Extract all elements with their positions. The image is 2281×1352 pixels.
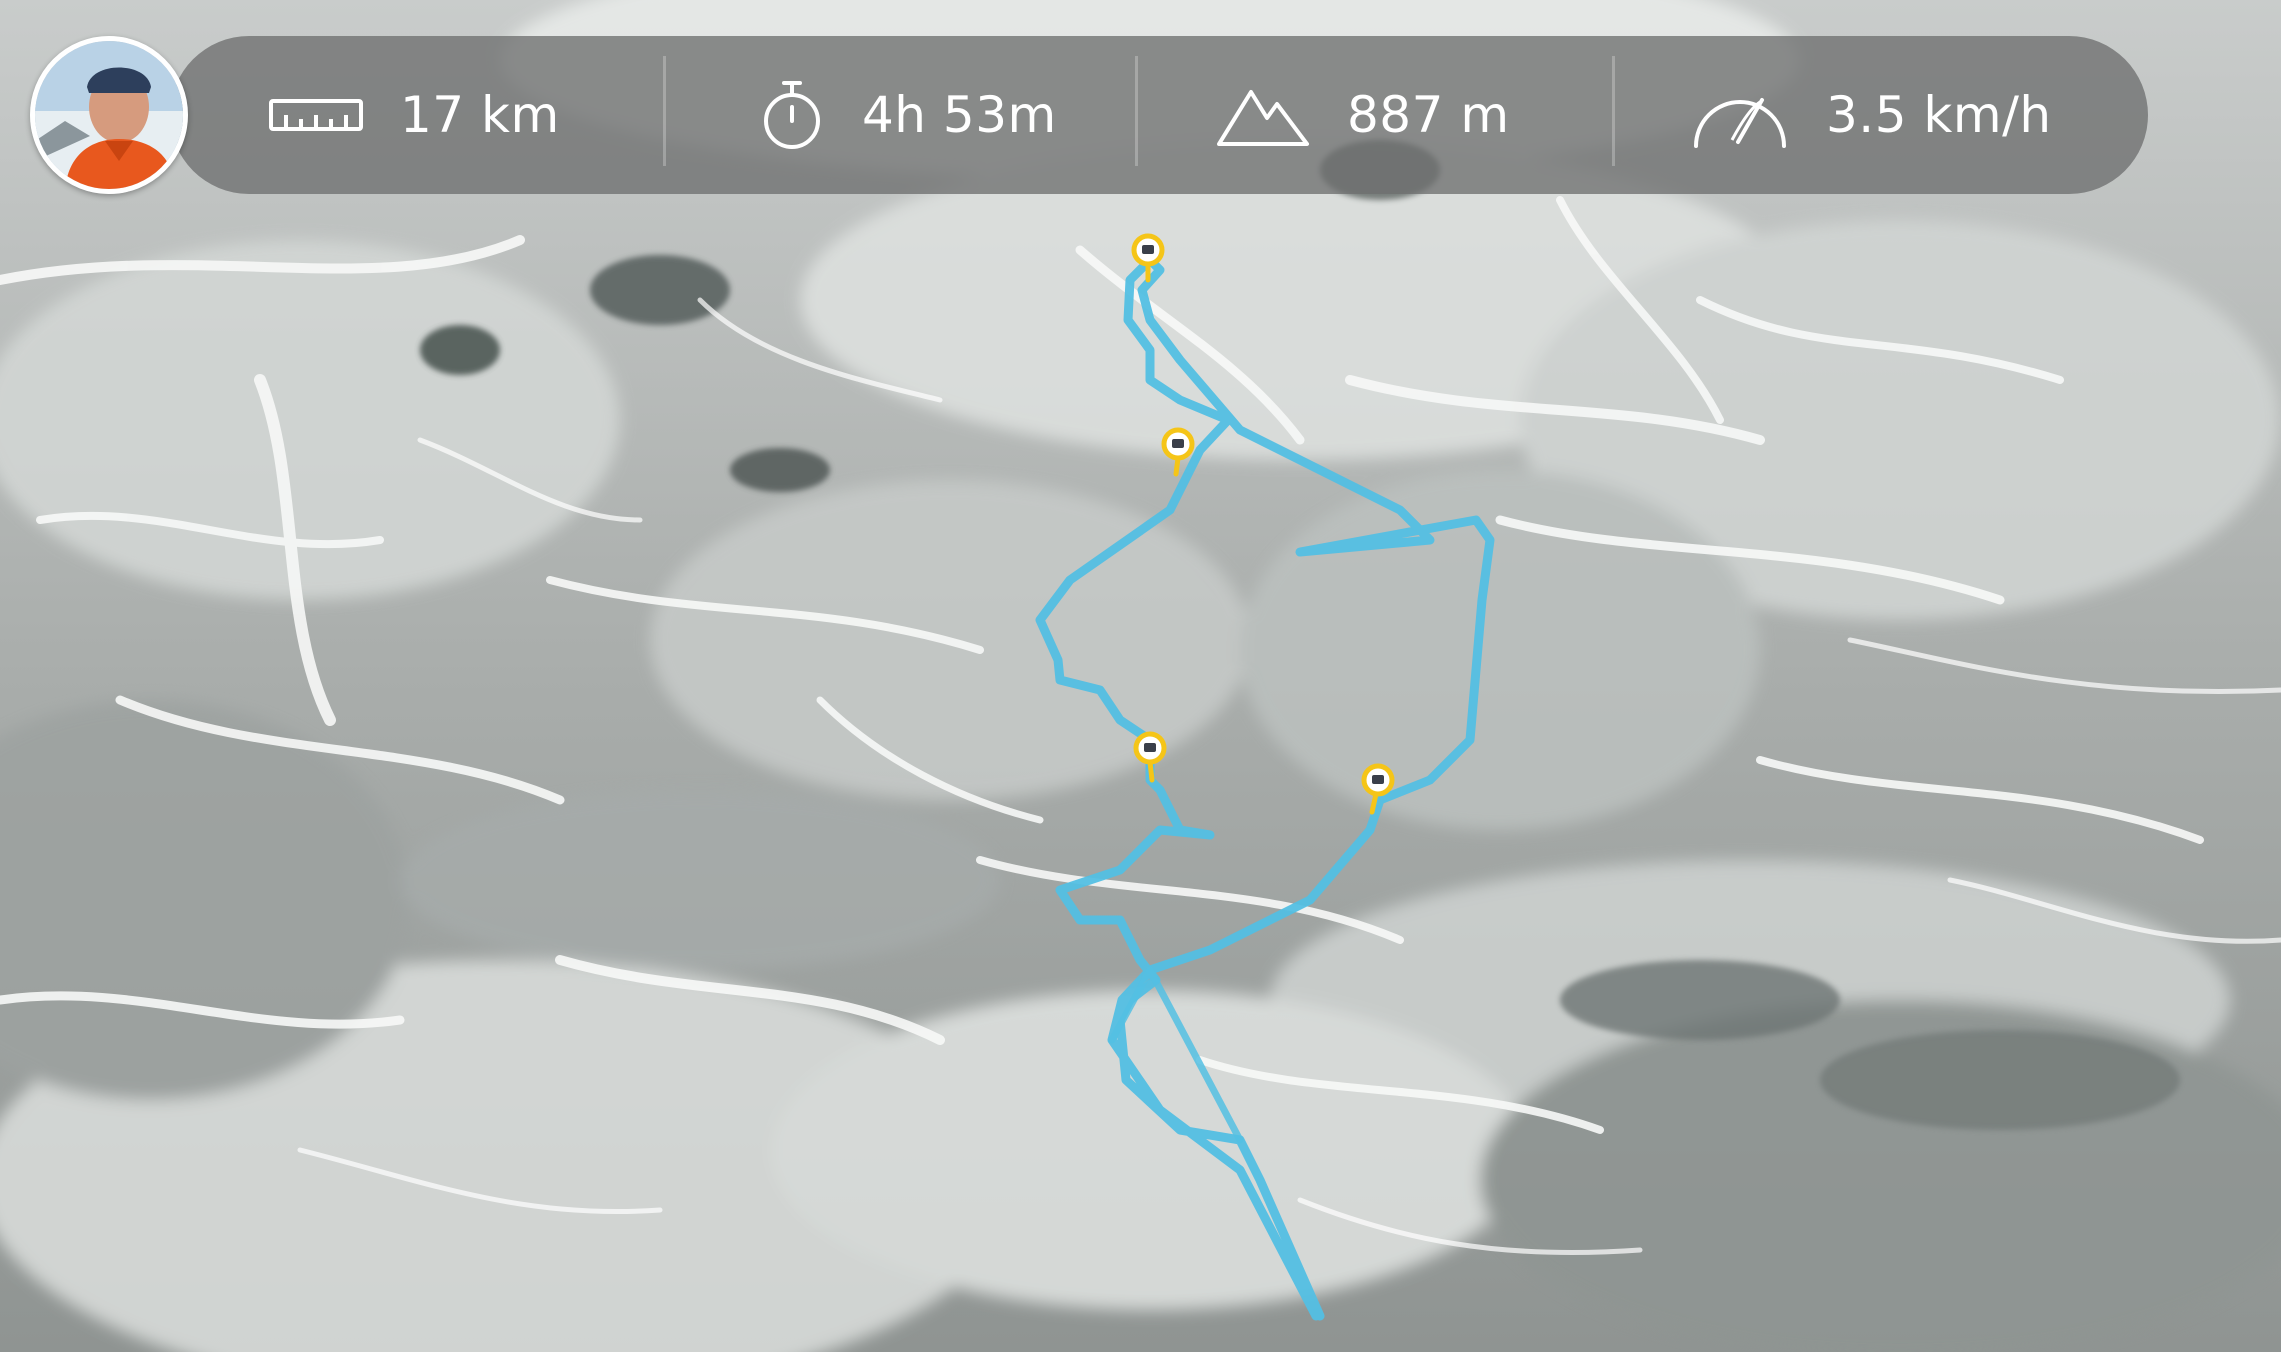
distance-stat: 17 km — [268, 36, 560, 194]
distance-value: 17 km — [400, 86, 560, 144]
stat-divider — [663, 56, 666, 166]
duration-value: 4h 53m — [862, 86, 1057, 144]
ruler-icon — [268, 95, 364, 135]
stopwatch-icon — [758, 77, 826, 153]
speed-stat: 3.5 km/h — [1690, 36, 2052, 194]
elevation-stat: 887 m — [1215, 36, 1510, 194]
avatar[interactable] — [30, 36, 188, 194]
terrain-map[interactable] — [0, 0, 2281, 1352]
duration-stat: 4h 53m — [758, 36, 1057, 194]
stat-divider — [1612, 56, 1615, 166]
speedometer-icon — [1690, 80, 1790, 150]
speed-value: 3.5 km/h — [1826, 86, 2052, 144]
mountain-icon — [1215, 82, 1311, 148]
stat-divider — [1135, 56, 1138, 166]
elevation-value: 887 m — [1347, 86, 1510, 144]
